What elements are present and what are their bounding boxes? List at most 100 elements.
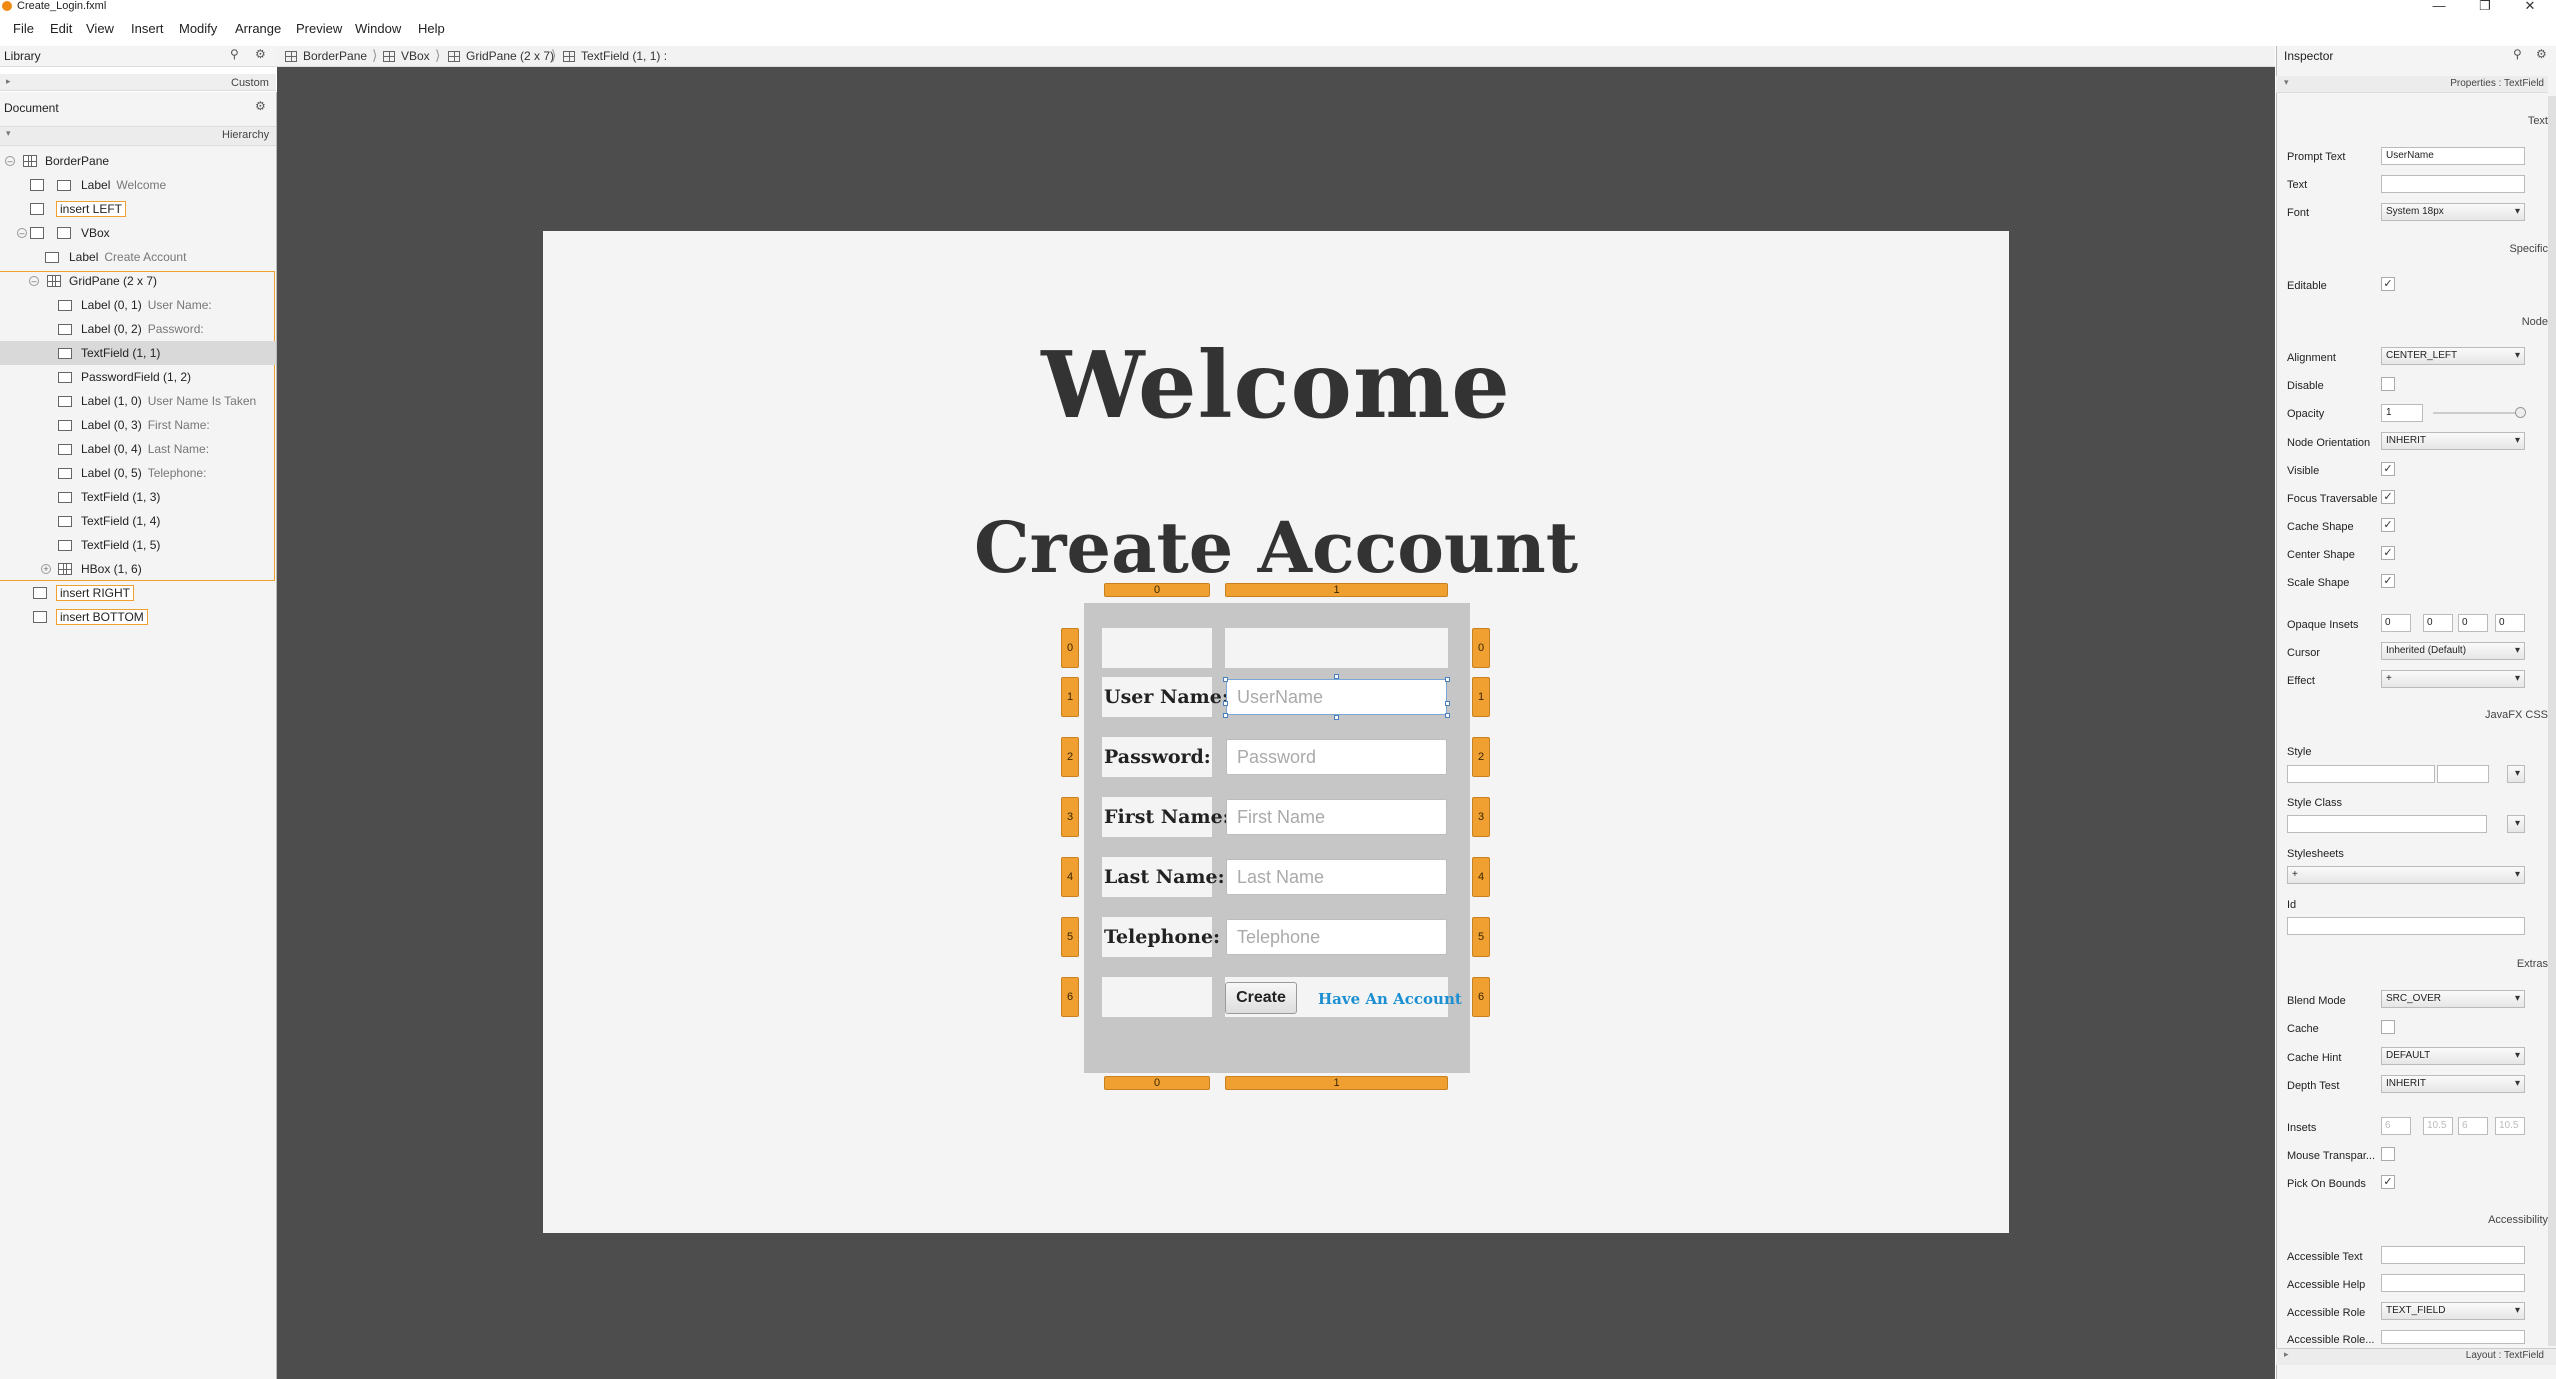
row-tag-0-right[interactable]: 0 bbox=[1472, 628, 1490, 668]
last-name-label[interactable]: Last Name: bbox=[1104, 866, 1225, 888]
search-icon[interactable]: ⚲ bbox=[2513, 47, 2522, 61]
menu-arrange[interactable]: Arrange bbox=[235, 21, 281, 36]
column-tag-1[interactable]: 1 bbox=[1225, 583, 1448, 597]
opaque-inset-bottom[interactable]: 0 bbox=[2458, 614, 2488, 632]
inset-right[interactable]: 10.5 bbox=[2423, 1117, 2453, 1135]
resize-handle[interactable] bbox=[1445, 713, 1450, 718]
menu-window[interactable]: Window bbox=[355, 21, 401, 36]
close-icon[interactable]: ✕ bbox=[2513, 0, 2547, 13]
password-label[interactable]: Password: bbox=[1104, 746, 1211, 768]
tree-item-hbox-1-6[interactable]: + HBox (1, 6) bbox=[0, 557, 276, 581]
mouse-transparent-checkbox[interactable] bbox=[2381, 1147, 2395, 1161]
gear-icon[interactable]: ⚙ bbox=[2536, 47, 2547, 61]
row-tag-1-right[interactable]: 1 bbox=[1472, 677, 1490, 717]
expand-icon[interactable]: + bbox=[41, 564, 51, 574]
layout-expand-icon[interactable]: ▸ bbox=[2284, 1349, 2289, 1360]
row-tag-5-left[interactable]: 5 bbox=[1061, 917, 1079, 957]
row-tag-3-left[interactable]: 3 bbox=[1061, 797, 1079, 837]
row-tag-2-right[interactable]: 2 bbox=[1472, 737, 1490, 777]
tree-item-label-0-1[interactable]: Label (0, 1) User Name: bbox=[0, 293, 276, 317]
tree-item-borderpane[interactable]: – BorderPane bbox=[0, 149, 276, 173]
opaque-inset-right[interactable]: 0 bbox=[2423, 614, 2453, 632]
resize-handle[interactable] bbox=[1334, 715, 1339, 720]
hierarchy-collapse-icon[interactable]: ▾ bbox=[6, 128, 11, 139]
editable-checkbox[interactable]: ✓ bbox=[2381, 277, 2395, 291]
properties-collapse-icon[interactable]: ▾ bbox=[2284, 77, 2289, 88]
stage-preview[interactable]: Welcome Create Account 0 1 User Name: Pa… bbox=[543, 231, 2009, 1233]
tree-item-label-create-account[interactable]: Label Create Account bbox=[0, 245, 276, 269]
opaque-inset-left[interactable]: 0 bbox=[2495, 614, 2525, 632]
column-tag-1-bottom[interactable]: 1 bbox=[1225, 1076, 1448, 1090]
row-tag-2-left[interactable]: 2 bbox=[1061, 737, 1079, 777]
tree-item-label-welcome[interactable]: Label Welcome bbox=[0, 173, 276, 197]
menu-help[interactable]: Help bbox=[418, 21, 445, 36]
center-shape-checkbox[interactable]: ✓ bbox=[2381, 546, 2395, 560]
focus-traversable-checkbox[interactable]: ✓ bbox=[2381, 490, 2395, 504]
collapse-icon[interactable]: – bbox=[17, 228, 27, 238]
tree-item-label-0-3[interactable]: Label (0, 3) First Name: bbox=[0, 413, 276, 437]
opacity-slider-thumb[interactable] bbox=[2515, 407, 2526, 418]
telephone-label[interactable]: Telephone: bbox=[1104, 926, 1220, 948]
first-name-label[interactable]: First Name: bbox=[1104, 806, 1230, 828]
column-tag-0-bottom[interactable]: 0 bbox=[1104, 1076, 1210, 1090]
menu-file[interactable]: File bbox=[13, 21, 34, 36]
effect-select[interactable]: + bbox=[2381, 670, 2525, 688]
node-orientation-select[interactable]: INHERIT bbox=[2381, 432, 2525, 450]
row-tag-4-left[interactable]: 4 bbox=[1061, 857, 1079, 897]
telephone-input[interactable]: Telephone bbox=[1226, 919, 1447, 955]
font-select[interactable]: System 18px bbox=[2381, 203, 2525, 221]
tree-item-textfield-1-1[interactable]: TextField (1, 1) bbox=[0, 341, 276, 365]
tree-item-textfield-1-5[interactable]: TextField (1, 5) bbox=[0, 533, 276, 557]
visible-checkbox[interactable]: ✓ bbox=[2381, 462, 2395, 476]
id-field[interactable] bbox=[2287, 917, 2525, 935]
accessible-text-field[interactable] bbox=[2381, 1246, 2525, 1264]
collapse-icon[interactable]: – bbox=[5, 156, 15, 166]
have-account-link[interactable]: Have An Account bbox=[1318, 990, 1462, 1008]
first-name-input[interactable]: First Name bbox=[1226, 799, 1447, 835]
style-class-field[interactable] bbox=[2287, 815, 2487, 833]
inset-bottom[interactable]: 6 bbox=[2458, 1117, 2488, 1135]
create-account-label[interactable]: Create Account bbox=[543, 506, 2009, 589]
tree-item-textfield-1-3[interactable]: TextField (1, 3) bbox=[0, 485, 276, 509]
scale-shape-checkbox[interactable]: ✓ bbox=[2381, 574, 2395, 588]
tree-item-label-0-2[interactable]: Label (0, 2) Password: bbox=[0, 317, 276, 341]
tree-item-insert-bottom[interactable]: insert BOTTOM bbox=[0, 605, 276, 629]
cache-hint-select[interactable]: DEFAULT bbox=[2381, 1047, 2525, 1065]
menu-view[interactable]: View bbox=[86, 21, 114, 36]
collapse-icon[interactable]: – bbox=[29, 276, 39, 286]
inset-left[interactable]: 10.5 bbox=[2495, 1117, 2525, 1135]
accessible-role-select[interactable]: TEXT_FIELD bbox=[2381, 1302, 2525, 1320]
row-tag-4-right[interactable]: 4 bbox=[1472, 857, 1490, 897]
prompt-text-field[interactable]: UserName bbox=[2381, 147, 2525, 165]
tree-item-vbox[interactable]: – VBox bbox=[0, 221, 276, 245]
menu-insert[interactable]: Insert bbox=[131, 21, 164, 36]
cursor-select[interactable]: Inherited (Default) bbox=[2381, 642, 2525, 660]
resize-handle[interactable] bbox=[1223, 677, 1228, 682]
create-button[interactable]: Create bbox=[1225, 982, 1297, 1014]
resize-handle[interactable] bbox=[1223, 701, 1228, 706]
style-menu-button[interactable] bbox=[2507, 765, 2525, 783]
menu-modify[interactable]: Modify bbox=[179, 21, 217, 36]
menu-preview[interactable]: Preview bbox=[296, 21, 342, 36]
grid-cell[interactable] bbox=[1102, 628, 1212, 668]
tree-item-insert-right[interactable]: insert RIGHT bbox=[0, 581, 276, 605]
grid-cell[interactable] bbox=[1102, 977, 1212, 1017]
tree-item-label-0-4[interactable]: Label (0, 4) Last Name: bbox=[0, 437, 276, 461]
tree-item-label-1-0[interactable]: Label (1, 0) User Name Is Taken bbox=[0, 389, 276, 413]
accessible-help-field[interactable] bbox=[2381, 1274, 2525, 1292]
breadcrumb-gridpane[interactable]: GridPane (2 x 7) bbox=[448, 49, 554, 63]
document-gear-icon[interactable]: ⚙ bbox=[255, 99, 266, 113]
opacity-field[interactable]: 1 bbox=[2381, 404, 2423, 422]
row-tag-6-left[interactable]: 6 bbox=[1061, 977, 1079, 1017]
welcome-label[interactable]: Welcome bbox=[543, 331, 2009, 439]
maximize-icon[interactable]: ❐ bbox=[2468, 0, 2502, 13]
library-custom-label[interactable]: Custom bbox=[231, 77, 269, 89]
tree-item-gridpane[interactable]: – GridPane (2 x 7) bbox=[0, 269, 276, 293]
username-input[interactable]: UserName bbox=[1226, 679, 1447, 715]
breadcrumb-borderpane[interactable]: BorderPane bbox=[285, 49, 367, 63]
depth-test-select[interactable]: INHERIT bbox=[2381, 1075, 2525, 1093]
tree-item-label-0-5[interactable]: Label (0, 5) Telephone: bbox=[0, 461, 276, 485]
library-collapse-icon[interactable]: ▸ bbox=[6, 76, 11, 87]
search-icon[interactable]: ⚲ bbox=[230, 47, 239, 61]
username-label[interactable]: User Name: bbox=[1104, 686, 1229, 708]
